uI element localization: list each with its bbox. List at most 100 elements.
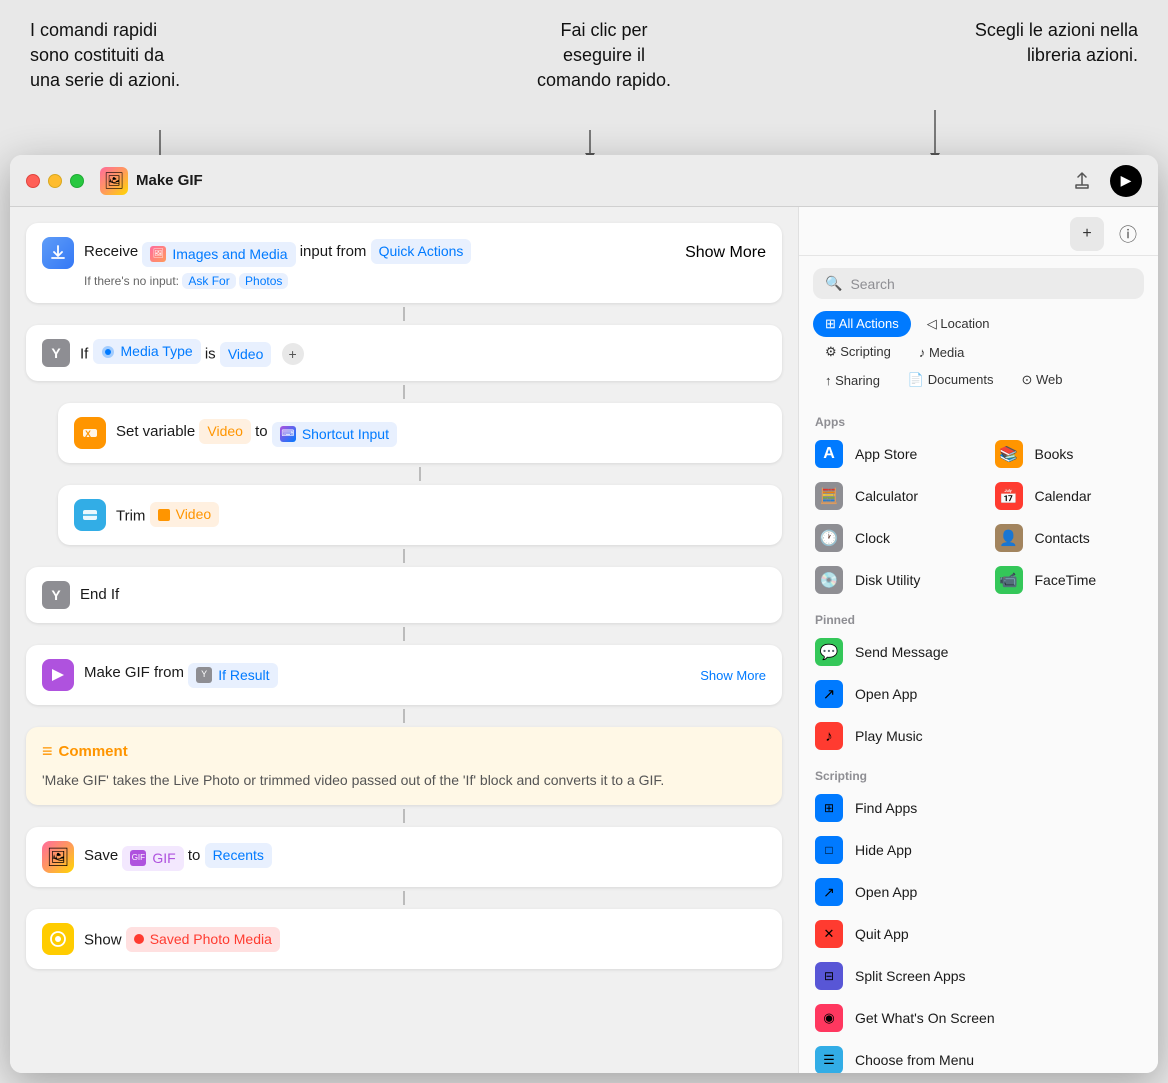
callout-center: Fai clic per eseguire il comando rapido.: [350, 18, 858, 94]
contacts-icon: 👤: [995, 524, 1023, 552]
lib-item-disk-utility[interactable]: 💿 Disk Utility: [799, 559, 979, 601]
receive-type-token[interactable]: 🖼 Images and Media: [142, 242, 295, 267]
minimize-button[interactable]: [48, 174, 62, 188]
recents-token[interactable]: Recents: [205, 843, 272, 868]
comment-title-row: ≡ Comment: [42, 741, 766, 762]
show-content: Show Saved Photo Media: [84, 927, 766, 952]
tab-scripting[interactable]: ⚙ Scripting: [813, 339, 903, 365]
lib-item-choose-menu[interactable]: ☰ Choose from Menu: [799, 1039, 1158, 1073]
trim-content: Trim Video: [116, 502, 766, 528]
if-result-icon: Y: [196, 667, 212, 683]
lib-item-quit-app[interactable]: ✕ Quit App: [799, 913, 1158, 955]
find-apps-label: Find Apps: [855, 800, 917, 816]
lib-item-clock[interactable]: 🕐 Clock: [799, 517, 979, 559]
lib-item-contacts[interactable]: 👤 Contacts: [979, 517, 1159, 559]
close-button[interactable]: [26, 174, 40, 188]
find-apps-icon: ⊞: [815, 794, 843, 822]
show-label: Show: [84, 931, 126, 948]
split-screen-label: Split Screen Apps: [855, 968, 966, 984]
share-button[interactable]: [1066, 165, 1098, 197]
receive-source-token[interactable]: Quick Actions: [371, 239, 472, 264]
variable-name-token[interactable]: Video: [199, 419, 251, 444]
open-app-2-label: Open App: [855, 884, 917, 900]
books-label: Books: [1035, 446, 1074, 462]
search-icon: 🔍: [825, 275, 842, 292]
svg-text:X: X: [85, 429, 91, 439]
category-row-2: ⚙ Scripting ♪ Media: [813, 339, 1144, 365]
tab-all-actions[interactable]: ⊞ All Actions: [813, 311, 911, 337]
trim-video-token[interactable]: Video: [150, 502, 220, 527]
window-title: Make GIF: [136, 172, 1066, 189]
lib-item-books[interactable]: 📚 Books: [979, 433, 1159, 475]
title-bar: 🖼 Make GIF ▶: [10, 155, 1158, 207]
tab-location[interactable]: ◁ Location: [915, 311, 1002, 337]
send-message-label: Send Message: [855, 644, 948, 660]
lib-item-calendar[interactable]: 📅 Calendar: [979, 475, 1159, 517]
save-icon: 🖼: [42, 841, 74, 873]
lib-item-send-message[interactable]: 💬 Send Message: [799, 631, 1158, 673]
title-actions: ▶: [1066, 165, 1142, 197]
calendar-label: Calendar: [1035, 488, 1092, 504]
run-button[interactable]: ▶: [1110, 165, 1142, 197]
saved-media-token[interactable]: Saved Photo Media: [126, 927, 280, 952]
set-variable-action: X Set variable Video to ⌨ Shortcut Input: [58, 403, 782, 463]
connector-3: [58, 467, 782, 481]
tab-web[interactable]: ⊙ Web: [1009, 367, 1074, 393]
receive-content: Receive 🖼 Images and Media input from Qu…: [84, 239, 675, 266]
add-action-button[interactable]: +: [1070, 217, 1104, 251]
if-result-token[interactable]: Y If Result: [188, 663, 277, 688]
gif-token[interactable]: GIF GIF: [122, 846, 183, 871]
make-gif-icon: [42, 659, 74, 691]
make-gif-label: Make GIF from: [84, 664, 188, 681]
media-type-token[interactable]: Media Type: [93, 339, 201, 364]
connector-2: [26, 385, 782, 399]
if-content: If Media Type is Video +: [80, 339, 766, 367]
connector-7: [26, 809, 782, 823]
lib-item-get-screen[interactable]: ◉ Get What's On Screen: [799, 997, 1158, 1039]
receive-label: Receive: [84, 243, 142, 260]
search-input[interactable]: [850, 276, 1132, 292]
maximize-button[interactable]: [70, 174, 84, 188]
add-condition-btn[interactable]: +: [282, 343, 304, 365]
trim-label: Trim: [116, 508, 150, 525]
lib-item-find-apps[interactable]: ⊞ Find Apps: [799, 787, 1158, 829]
scripting-section-header: Scripting: [799, 757, 1158, 787]
tab-media[interactable]: ♪ Media: [907, 339, 977, 365]
quit-app-label: Quit App: [855, 926, 909, 942]
lib-item-hide-app[interactable]: □ Hide App: [799, 829, 1158, 871]
lib-item-facetime[interactable]: 📹 FaceTime: [979, 559, 1159, 601]
open-app-icon: ↗: [815, 680, 843, 708]
save-content: Save GIF GIF to Recents: [84, 843, 766, 871]
clock-icon: 🕐: [815, 524, 843, 552]
set-variable-icon: X: [74, 417, 106, 449]
receive-show-more[interactable]: Show More: [685, 244, 766, 262]
get-screen-label: Get What's On Screen: [855, 1010, 995, 1026]
make-gif-show-more[interactable]: Show More: [700, 668, 766, 683]
set-var-label: Set variable: [116, 423, 199, 440]
info-button[interactable]: ⓘ: [1112, 218, 1144, 250]
lib-item-play-music[interactable]: ♪ Play Music: [799, 715, 1158, 757]
tab-documents[interactable]: 📄 Documents: [896, 367, 1006, 393]
if-action: Y If Media Type is Video +: [26, 325, 782, 381]
trim-action: Trim Video: [58, 485, 782, 545]
save-action: 🖼 Save GIF GIF to Recents: [26, 827, 782, 887]
shortcut-icon: ⌨: [280, 426, 296, 442]
lib-item-split-screen[interactable]: ⊟ Split Screen Apps: [799, 955, 1158, 997]
ask-for-token[interactable]: Ask For: [182, 273, 235, 289]
photos-token[interactable]: Photos: [239, 273, 288, 289]
connector-4: [26, 549, 782, 563]
lib-item-app-store[interactable]: A App Store: [799, 433, 979, 475]
lib-item-open-app-2[interactable]: ↗ Open App: [799, 871, 1158, 913]
lib-item-calculator[interactable]: 🧮 Calculator: [799, 475, 979, 517]
lib-item-open-app[interactable]: ↗ Open App: [799, 673, 1158, 715]
shortcut-input-token[interactable]: ⌨ Shortcut Input: [272, 422, 397, 447]
tab-sharing[interactable]: ↑ Sharing: [813, 367, 892, 393]
apps-col-left: A App Store 🧮 Calculator 🕐 Clock 💿: [799, 433, 979, 601]
show-action: Show Saved Photo Media: [26, 909, 782, 969]
receive-from: input from: [300, 243, 371, 260]
callout-right: Scegli le azioni nella libreria azioni.: [858, 18, 1138, 68]
shortcut-editor: Receive 🖼 Images and Media input from Qu…: [10, 207, 798, 1073]
connector-1: [26, 307, 782, 321]
if-label-text: If: [80, 346, 93, 363]
video-condition-token[interactable]: Video: [220, 342, 272, 367]
